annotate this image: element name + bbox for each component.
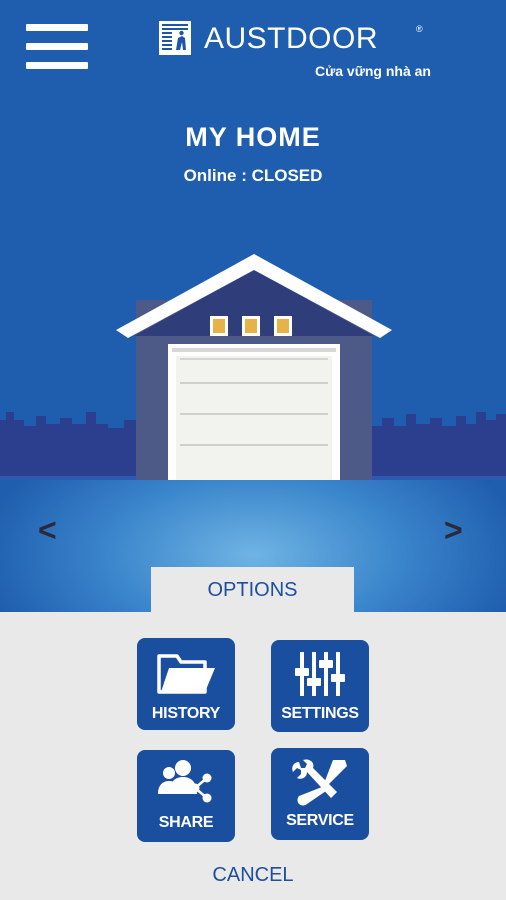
austdoor-logo-mark-icon <box>159 21 191 55</box>
service-button[interactable]: SERVICE <box>271 748 369 840</box>
cancel-button[interactable]: CANCEL <box>0 864 506 887</box>
options-tab[interactable]: OPTIONS <box>151 567 354 613</box>
history-label: HISTORY <box>151 705 221 722</box>
brand-logo: AUSTDOOR ® Cửa vững nhà an <box>158 20 431 82</box>
hamburger-menu-button[interactable] <box>26 24 88 70</box>
sliders-icon <box>271 648 369 700</box>
settings-label: SETTINGS <box>281 705 359 722</box>
menu-bar-line <box>26 24 88 31</box>
tools-icon <box>271 756 369 808</box>
skyline-right-icon <box>370 412 506 478</box>
menu-bar-line <box>26 43 88 50</box>
home-name-title: MY HOME <box>185 122 321 152</box>
menu-bar-line <box>26 62 88 69</box>
share-label: SHARE <box>158 814 214 831</box>
service-label: SERVICE <box>286 812 354 829</box>
garage-door <box>176 356 332 480</box>
next-home-arrow[interactable]: > <box>444 514 463 546</box>
garage-scene-area: AUSTDOOR ® Cửa vững nhà an MY HOME Onlin… <box>0 0 506 612</box>
skyline-left-icon <box>0 412 136 478</box>
brand-name: AUSTDOOR <box>204 22 379 55</box>
registered-mark: ® <box>416 24 423 34</box>
settings-button[interactable]: SETTINGS <box>271 640 369 732</box>
garage-illustration <box>0 254 506 480</box>
options-tab-label: OPTIONS <box>207 578 298 601</box>
share-button[interactable]: SHARE <box>137 750 235 842</box>
history-button[interactable]: HISTORY <box>137 638 235 730</box>
previous-home-arrow[interactable]: < <box>38 514 57 546</box>
folder-icon <box>137 646 235 698</box>
share-users-icon <box>137 756 235 808</box>
home-status-text: Online : CLOSED <box>183 166 323 185</box>
brand-tagline: Cửa vững nhà an <box>315 63 431 79</box>
